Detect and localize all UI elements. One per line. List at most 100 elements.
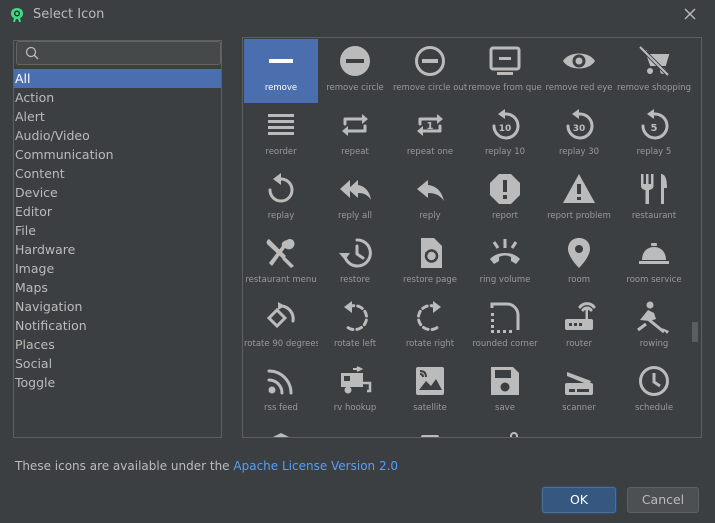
category-item[interactable]: Action	[14, 88, 221, 107]
remove-circle-icon	[340, 46, 370, 76]
save-icon	[491, 367, 519, 395]
icon-label: room	[568, 275, 590, 285]
icon-label: remove	[264, 83, 298, 93]
icon-cell[interactable]: rotate left	[318, 295, 392, 359]
icon-cell[interactable]	[318, 423, 392, 438]
search-box[interactable]	[16, 41, 221, 65]
icon-label: reply all	[338, 211, 372, 221]
icon-cell[interactable]	[393, 423, 467, 437]
icon-cell[interactable]: rv hookup	[318, 359, 392, 423]
icon-label: schedule	[634, 403, 674, 413]
vertical-scrollbar[interactable]	[690, 38, 701, 437]
icon-cell[interactable]: 10 replay 10	[468, 103, 542, 167]
category-item[interactable]: Hardware	[14, 240, 221, 259]
category-panel: All Action Alert Audio/Video Communication Co…	[13, 40, 222, 438]
scrollbar-thumb[interactable]	[692, 322, 698, 342]
icon-cell[interactable]: ring volume	[468, 231, 542, 295]
icon-cell[interactable]: restaurant	[617, 167, 691, 231]
icon-cell[interactable]: schedule	[617, 359, 691, 423]
icon-cell[interactable]: 30 replay 30	[542, 103, 616, 167]
icon-cell[interactable]: rotate right	[393, 295, 467, 359]
license-text: These icons are available under the Apac…	[15, 459, 398, 473]
category-item[interactable]: All	[14, 69, 221, 88]
icon-cell[interactable]: 5 replay 5	[617, 103, 691, 167]
screen-lock-icon	[421, 435, 439, 437]
icon-cell[interactable]: 1 repeat one	[393, 103, 467, 167]
icon-cell[interactable]: reply	[393, 167, 467, 231]
icon-label: remove circle outl	[393, 83, 467, 93]
screen-icon	[337, 427, 373, 438]
icon-label: ring volume	[479, 275, 531, 285]
category-item[interactable]: Communication	[14, 145, 221, 164]
category-item[interactable]: Toggle	[14, 373, 221, 392]
cancel-button[interactable]: Cancel	[627, 487, 699, 513]
icon-cell[interactable]: room service	[617, 231, 691, 295]
rv-hookup-icon	[341, 366, 372, 394]
ring-volume-icon	[490, 239, 520, 264]
icon-cell[interactable]: remove from que	[468, 39, 542, 103]
icon-cell[interactable]: remove circle	[318, 39, 392, 103]
icon-cell[interactable]: router	[542, 295, 616, 359]
icon-cell[interactable]: reorder	[244, 103, 318, 167]
icon-cell[interactable]: remove shopping	[617, 39, 691, 103]
icon-label: rounded corner	[472, 339, 538, 349]
license-prefix: These icons are available under the	[15, 459, 234, 473]
category-item[interactable]: Alert	[14, 107, 221, 126]
close-icon[interactable]	[680, 4, 700, 24]
search-input[interactable]	[43, 44, 213, 62]
svg-text:5: 5	[651, 123, 658, 134]
icon-cell[interactable]: rounded corner	[468, 295, 542, 359]
icon-cell[interactable]: room	[542, 231, 616, 295]
screen-rotation-icon	[574, 436, 576, 437]
category-item[interactable]: Editor	[14, 202, 221, 221]
icon-cell[interactable]: restore	[318, 231, 392, 295]
category-item[interactable]: Maps	[14, 278, 221, 297]
icon-cell[interactable]: repeat	[318, 103, 392, 167]
icon-label: rv hookup	[333, 403, 377, 413]
icon-cell[interactable]: remove circle outl	[393, 39, 467, 103]
icon-cell[interactable]	[468, 423, 542, 437]
replay-10-icon: 10	[492, 109, 520, 140]
category-item[interactable]: Notification	[14, 316, 221, 335]
icon-cell[interactable]: replay	[244, 167, 318, 231]
category-item[interactable]: Content	[14, 164, 221, 183]
select-icon-dialog: Select Icon All Action Alert Audio/Video Com…	[0, 0, 715, 523]
router-icon	[565, 302, 596, 330]
category-item[interactable]: Social	[14, 354, 221, 373]
category-item[interactable]: Navigation	[14, 297, 221, 316]
rotate-90-icon	[266, 302, 295, 329]
rounded-corner-icon	[490, 302, 520, 333]
icon-cell[interactable]: report	[468, 167, 542, 231]
icon-cell[interactable]: report problem	[542, 167, 616, 231]
ok-button[interactable]: OK	[542, 487, 616, 513]
icon-cell[interactable]: remove red eye	[542, 39, 616, 103]
icon-cell[interactable]: reply all	[318, 167, 392, 231]
icon-cell[interactable]: rotate 90 degrees	[244, 295, 318, 359]
icon-label: reorder	[265, 147, 297, 157]
screen-share-icon	[636, 427, 672, 438]
title-bar: Select Icon	[0, 0, 715, 31]
icon-label: restore page	[403, 275, 457, 285]
icon-cell[interactable]: rss feed	[244, 359, 318, 423]
repeat-one-icon: 1	[417, 114, 443, 136]
category-item[interactable]: Image	[14, 259, 221, 278]
icon-label: save	[495, 403, 515, 413]
icon-cell[interactable]	[542, 423, 616, 437]
category-item[interactable]: Places	[14, 335, 221, 354]
rowing-icon	[637, 301, 669, 334]
icon-cell[interactable]: remove	[244, 39, 318, 103]
icon-cell[interactable]: rowing	[617, 295, 691, 359]
icon-cell[interactable]: restaurant menu	[244, 231, 318, 295]
icon-cell[interactable]: satellite	[393, 359, 467, 423]
category-item[interactable]: Device	[14, 183, 221, 202]
icon-cell[interactable]: restore page	[393, 231, 467, 295]
category-item[interactable]: File	[14, 221, 221, 240]
icon-cell[interactable]: save	[468, 359, 542, 423]
icon-cell[interactable]	[244, 423, 318, 437]
icon-label: restaurant menu	[245, 275, 317, 285]
icon-cell[interactable]	[617, 423, 691, 438]
apache-license-link[interactable]: Apache License Version 2.0	[233, 459, 398, 473]
category-item[interactable]: Audio/Video	[14, 126, 221, 145]
icon-cell[interactable]: scanner	[542, 359, 616, 423]
icon-label: restore	[339, 275, 371, 285]
